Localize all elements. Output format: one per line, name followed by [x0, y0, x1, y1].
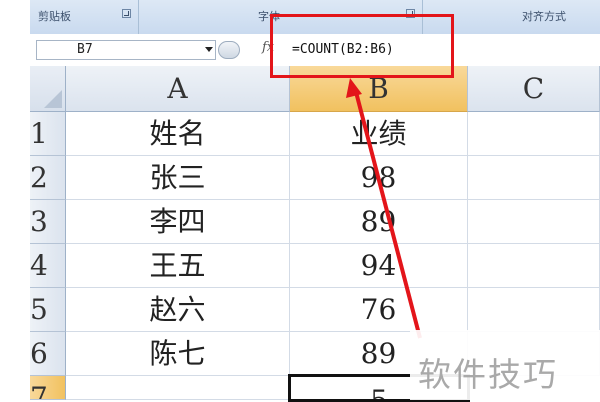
- clipboard-launcher-icon[interactable]: [122, 9, 131, 18]
- cell-a5[interactable]: 赵六: [66, 288, 290, 332]
- left-margin: [0, 0, 30, 400]
- chevron-down-icon[interactable]: [205, 47, 213, 52]
- watermark: 软件技巧: [418, 355, 558, 394]
- row-header-7[interactable]: 7: [30, 376, 66, 400]
- ribbon-group-alignment[interactable]: 对齐方式: [522, 8, 566, 24]
- ribbon-separator: [138, 0, 139, 34]
- cell-a3[interactable]: 李四: [66, 200, 290, 244]
- row-header-2[interactable]: 2: [30, 156, 66, 200]
- cell-c1[interactable]: [468, 112, 600, 156]
- cell-a2[interactable]: 张三: [66, 156, 290, 200]
- row-header-4[interactable]: 4: [30, 244, 66, 288]
- select-all-icon: [44, 90, 62, 108]
- row-header-6[interactable]: 6: [30, 332, 66, 376]
- row-header-5[interactable]: 5: [30, 288, 66, 332]
- column-header-c[interactable]: C: [468, 66, 600, 112]
- cell-a6[interactable]: 陈七: [66, 332, 290, 376]
- cell-b4[interactable]: 94: [290, 244, 468, 288]
- row-header-3[interactable]: 3: [30, 200, 66, 244]
- formula-bar-splitter[interactable]: [218, 41, 240, 59]
- row-header-1[interactable]: 1: [30, 112, 66, 156]
- name-box[interactable]: B7: [36, 40, 216, 60]
- cell-a1[interactable]: 姓名: [66, 112, 290, 156]
- cell-c3[interactable]: [468, 200, 600, 244]
- cell-a7[interactable]: [66, 376, 290, 400]
- column-header-a[interactable]: A: [66, 66, 290, 112]
- cell-b5[interactable]: 76: [290, 288, 468, 332]
- select-all-corner[interactable]: [30, 66, 66, 112]
- cell-b3[interactable]: 89: [290, 200, 468, 244]
- cell-c5[interactable]: [468, 288, 600, 332]
- cell-b1[interactable]: 业绩: [290, 112, 468, 156]
- cell-a4[interactable]: 王五: [66, 244, 290, 288]
- formula-highlight-box: [270, 14, 454, 78]
- ribbon-group-clipboard[interactable]: 剪贴板: [38, 8, 71, 24]
- cell-c4[interactable]: [468, 244, 600, 288]
- cell-b2[interactable]: 98: [290, 156, 468, 200]
- cell-c2[interactable]: [468, 156, 600, 200]
